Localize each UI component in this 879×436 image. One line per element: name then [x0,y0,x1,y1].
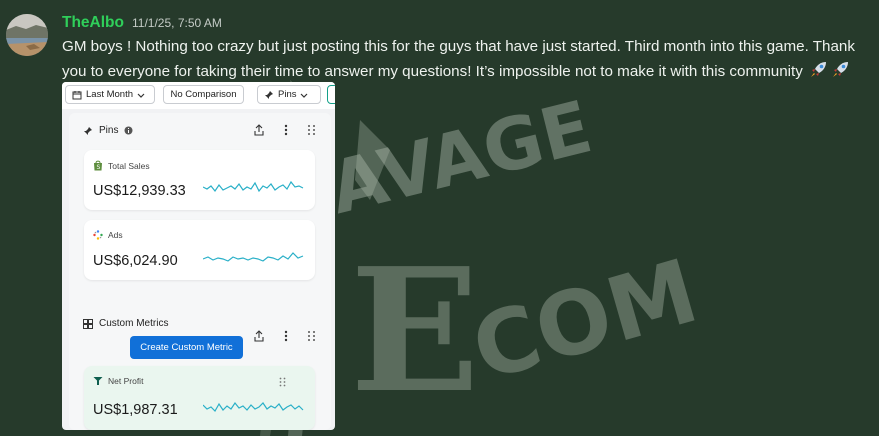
create-custom-metric-button[interactable]: Create Custom Metric [130,336,243,359]
rocket-icon [833,61,849,77]
shopify-bag-icon: S [94,160,102,171]
message-timestamp: 11/1/25, 7:50 AM [132,16,222,30]
avatar[interactable] [6,14,48,56]
chevron-down-icon [301,93,308,98]
card-label-row: Net Profit [93,376,143,386]
info-icon[interactable] [124,126,133,135]
card-value: US$6,024.90 [93,253,178,269]
custom-metrics-label: Custom Metrics [99,318,169,329]
drag-handle-icon[interactable] [279,377,286,387]
chevron-down-icon [137,93,145,98]
analytics-toolbar: Last Month No Comparison Pins [62,82,335,109]
pin-icon [84,126,92,135]
svg-text:AVAGE: AVAGE [321,84,599,230]
card-label: Total Sales [108,160,150,171]
message-text: GM boys ! Nothing too crazy but just pos… [62,36,874,83]
drag-handle-icon[interactable] [307,124,316,136]
card-value: US$1,987.31 [93,402,178,418]
sparkline [203,252,304,262]
ads-card[interactable]: Ads US$6,024.90 [84,220,315,280]
custom-metrics-title: Custom Metrics [83,318,168,329]
share-icon[interactable] [253,330,265,342]
net-profit-card[interactable]: Net Profit US$1,987.31 [84,366,315,430]
author-name[interactable]: TheAlbo [62,14,124,32]
svg-text:COM: COM [462,239,709,401]
pins-section-title: Pins [83,125,133,136]
comparison-label: No Comparison [170,89,237,100]
total-sales-card[interactable]: S Total Sales US$12,939.33 [84,150,315,210]
pins-select-label: Pins [278,89,297,100]
date-range-select[interactable]: Last Month [65,85,155,104]
comparison-button[interactable]: No Comparison [163,85,244,104]
message-header: TheAlbo 11/1/25, 7:50 AM [62,14,222,32]
ads-dots-icon [93,230,103,240]
card-label: Ads [108,230,123,240]
message-body: GM boys ! Nothing too crazy but just pos… [62,38,855,80]
pins-title: Pins [99,125,119,136]
grid-icon [83,318,93,329]
attachment-image[interactable]: Last Month No Comparison Pins Pins S Tot… [62,82,335,430]
more-vertical-icon[interactable] [283,330,289,342]
drag-handle-icon[interactable] [307,330,316,342]
pins-panel: Pins S Total Sales US$12,939.33 Ads US$6… [69,113,331,430]
net-profit-icon [93,377,103,385]
svg-text:S: S [97,164,101,171]
toolbar-extra-button[interactable] [327,85,335,104]
card-label-row: Ads [93,230,123,240]
sparkline [203,401,304,412]
card-label: Net Profit [108,376,144,386]
more-vertical-icon[interactable] [283,124,289,136]
pin-icon [265,90,273,99]
date-range-label: Last Month [86,89,133,100]
pins-select[interactable]: Pins [257,85,321,104]
card-value: US$12,939.33 [93,183,186,199]
sparkline [203,180,304,193]
calendar-icon [72,90,82,99]
rocket-icon [811,61,827,77]
svg-text:E: E [350,231,480,431]
share-icon[interactable] [253,124,265,136]
card-label-row: S Total Sales [93,160,150,171]
